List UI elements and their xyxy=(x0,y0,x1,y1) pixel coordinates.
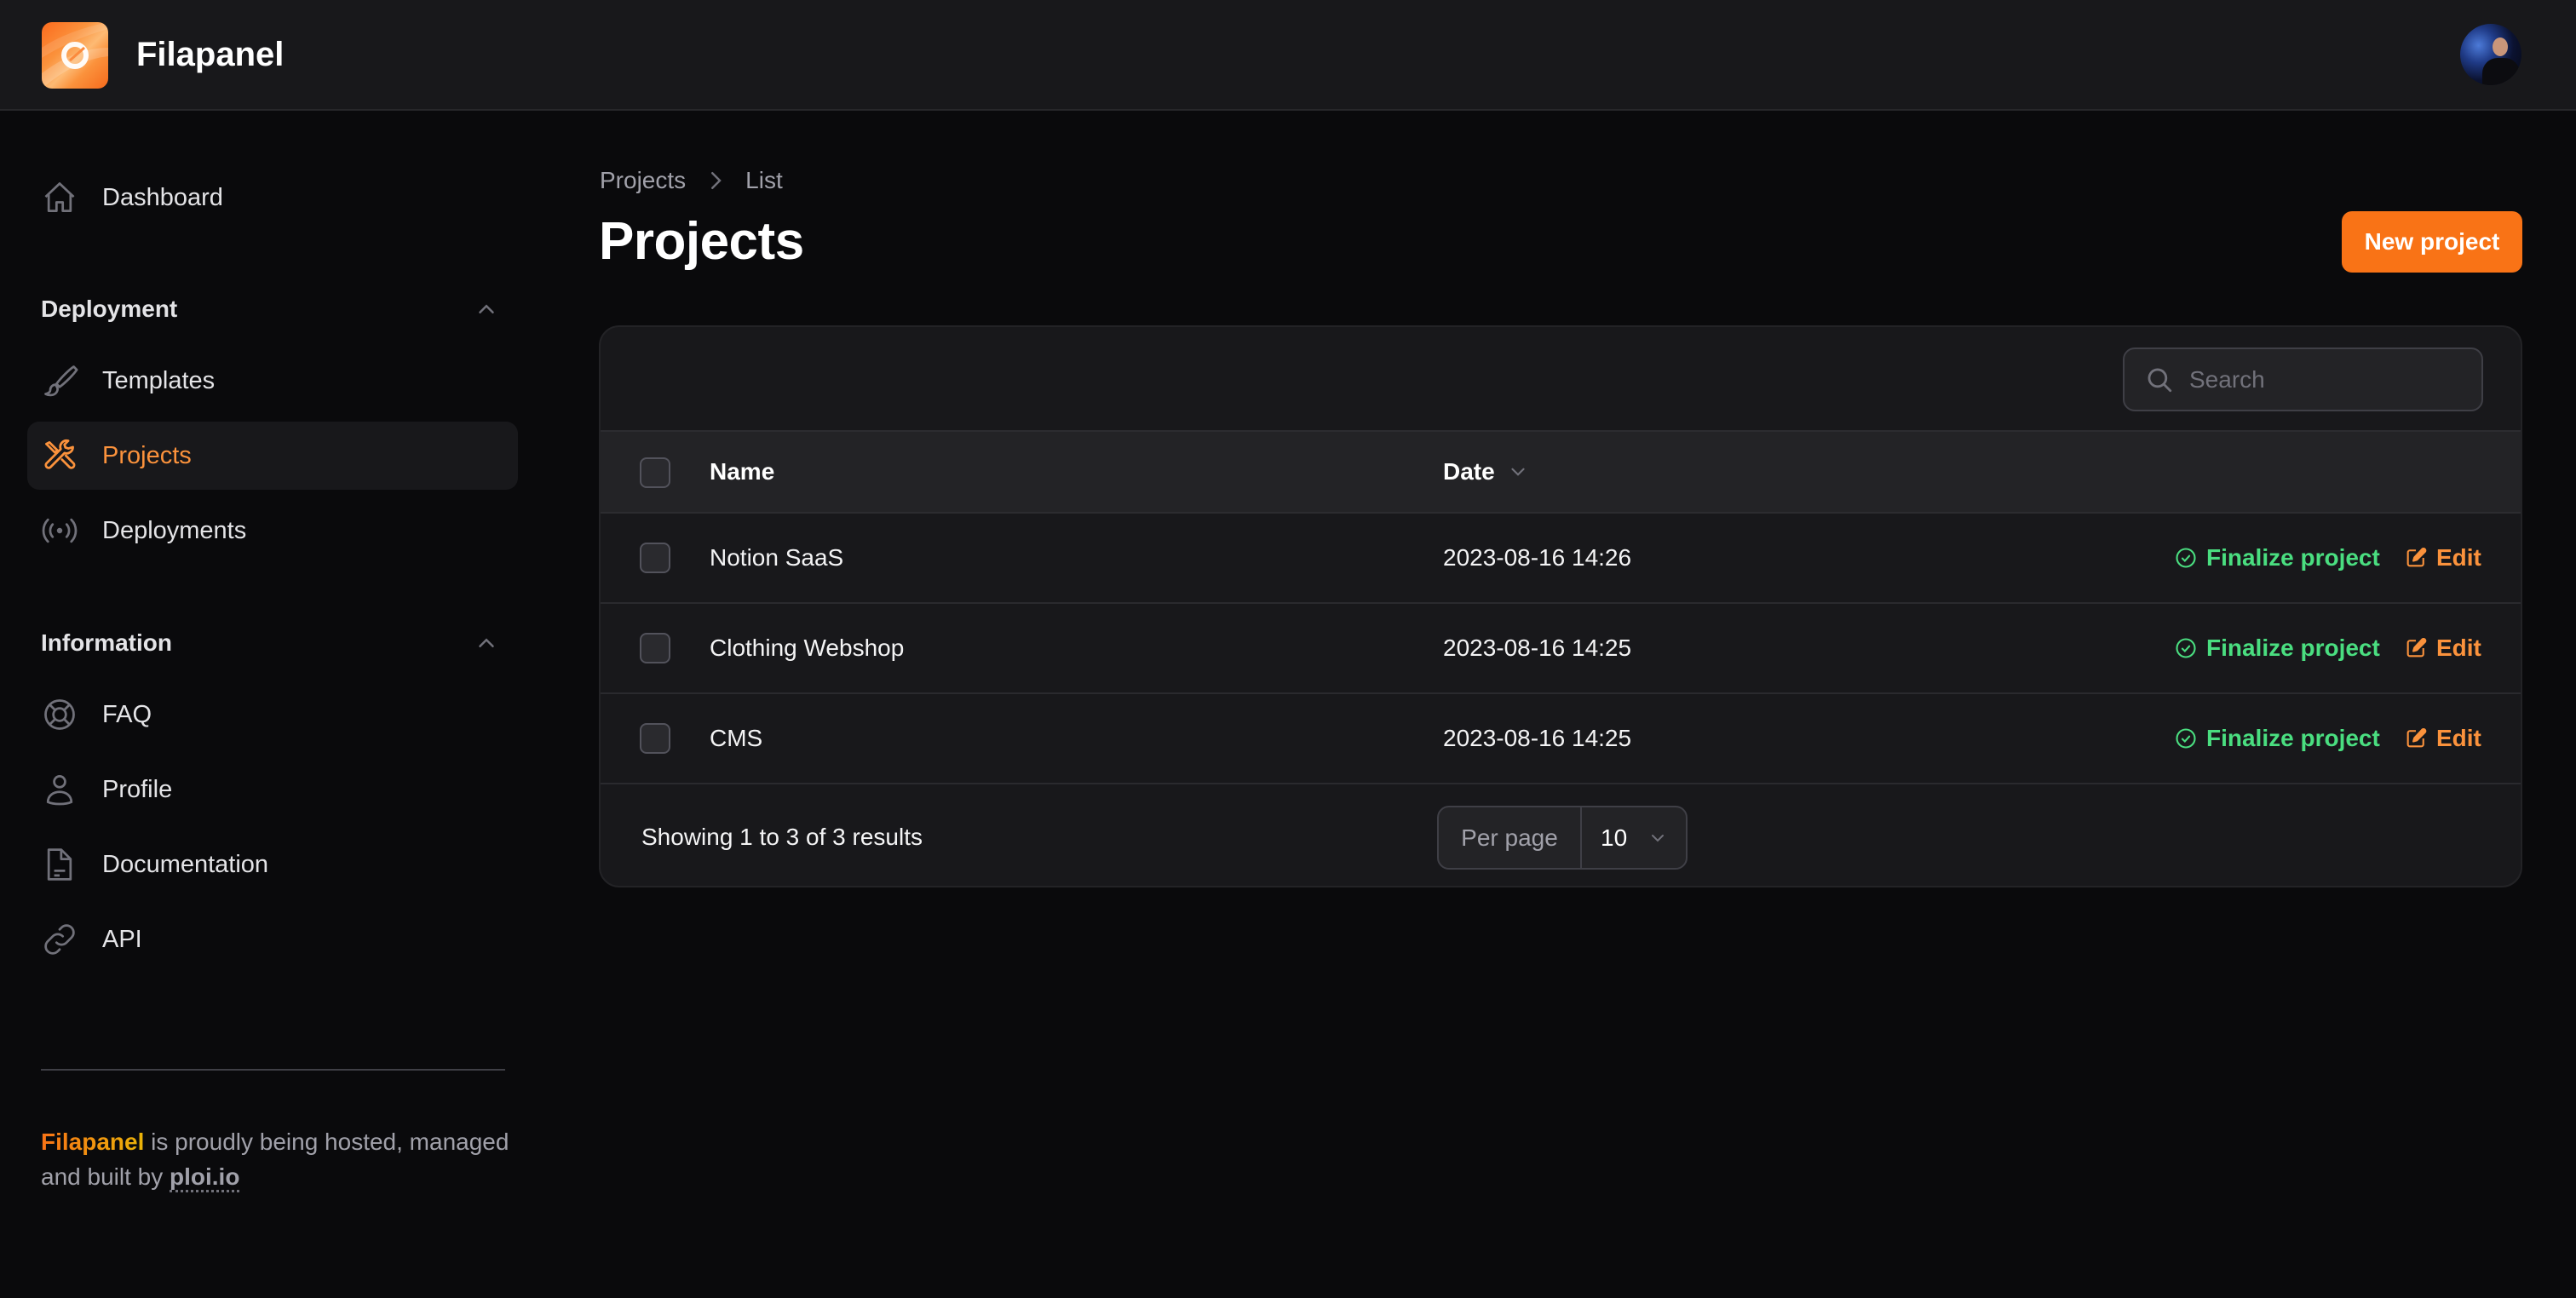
ploi-link[interactable]: ploi.io xyxy=(170,1163,240,1192)
per-page-value: 10 xyxy=(1601,824,1628,851)
column-header-name: Name xyxy=(710,458,775,485)
sidebar-item-profile[interactable]: Profile xyxy=(27,755,518,824)
top-bar: Filapanel xyxy=(0,0,2576,111)
paintbrush-icon xyxy=(44,365,78,397)
table-footer: Showing 1 to 3 of 3 results Per page 10 xyxy=(601,786,2521,886)
edit-label: Edit xyxy=(2436,635,2481,661)
edit-label: Edit xyxy=(2436,544,2481,571)
avatar-head xyxy=(2493,37,2508,56)
projects-table-card: Name Date Notion SaaS 2023-08-16 14:26 F… xyxy=(599,325,2522,887)
check-circle-icon xyxy=(2176,728,2196,749)
edit-icon xyxy=(2406,638,2427,658)
sidebar-item-label: Templates xyxy=(102,367,216,394)
user-icon xyxy=(46,775,73,806)
finalize-project-button[interactable]: Finalize project xyxy=(2174,721,2380,755)
sidebar-item-documentation[interactable]: Documentation xyxy=(27,830,518,899)
sidebar-item-label: Projects xyxy=(102,442,192,469)
footer-brand: Filapanel xyxy=(41,1129,145,1155)
table-row: Notion SaaS 2023-08-16 14:26 Finalize pr… xyxy=(601,514,2521,604)
lifebuoy-icon xyxy=(44,699,75,730)
sidebar: Dashboard Deployment Templates Projects … xyxy=(0,111,545,1298)
per-page-control: Per page 10 xyxy=(1437,806,1688,870)
edit-button[interactable]: Edit xyxy=(2404,631,2481,665)
sidebar-divider xyxy=(41,1069,505,1071)
breadcrumb-projects[interactable]: Projects xyxy=(600,167,686,194)
home-icon xyxy=(44,182,75,212)
edit-button[interactable]: Edit xyxy=(2404,721,2481,755)
column-header-date-label: Date xyxy=(1443,458,1495,485)
results-summary: Showing 1 to 3 of 3 results xyxy=(641,824,923,850)
table-header: Name Date xyxy=(601,430,2521,514)
cell-name: Notion SaaS xyxy=(710,544,844,571)
user-avatar[interactable] xyxy=(2460,24,2521,85)
chevron-down-icon xyxy=(1652,834,1665,841)
search-icon xyxy=(2148,368,2172,393)
sidebar-item-faq[interactable]: FAQ xyxy=(27,681,518,749)
row-checkbox[interactable] xyxy=(640,543,670,573)
check-circle-icon xyxy=(2176,548,2196,568)
finalize-label: Finalize project xyxy=(2206,725,2380,751)
sidebar-item-label: Documentation xyxy=(102,851,269,878)
sort-chevron-down-icon[interactable] xyxy=(1507,461,1529,483)
column-header-date[interactable]: Date xyxy=(1443,455,1529,489)
sidebar-item-label: Profile xyxy=(102,776,173,803)
cell-date: 2023-08-16 14:25 xyxy=(1443,635,1632,661)
cell-date: 2023-08-16 14:25 xyxy=(1443,725,1632,751)
edit-label: Edit xyxy=(2436,725,2481,751)
edit-icon xyxy=(2406,728,2427,748)
sidebar-group-information[interactable]: Information xyxy=(41,626,172,660)
signal-icon xyxy=(42,518,78,543)
sidebar-item-label: Dashboard xyxy=(102,184,223,211)
sidebar-item-label: FAQ xyxy=(102,701,152,728)
wrench-screwdriver-icon xyxy=(44,439,76,469)
avatar-body xyxy=(2482,58,2520,85)
table-row: Clothing Webshop 2023-08-16 14:25 Finali… xyxy=(601,604,2521,694)
per-page-select[interactable]: 10 xyxy=(1582,807,1686,868)
select-all-checkbox[interactable] xyxy=(640,457,670,488)
link-icon xyxy=(44,924,75,955)
edit-icon xyxy=(2406,548,2427,567)
finalize-project-button[interactable]: Finalize project xyxy=(2174,541,2380,575)
new-project-button[interactable]: New project xyxy=(2342,211,2522,273)
finalize-label: Finalize project xyxy=(2206,635,2380,661)
page-title: Projects xyxy=(599,212,804,271)
edit-button[interactable]: Edit xyxy=(2404,541,2481,575)
row-checkbox[interactable] xyxy=(640,633,670,663)
logo-icon xyxy=(42,22,108,89)
chevron-up-icon[interactable] xyxy=(474,630,499,656)
check-circle-icon xyxy=(2176,638,2196,658)
per-page-label: Per page xyxy=(1439,807,1582,868)
sidebar-footer: Filapanel is proudly being hosted, manag… xyxy=(41,1124,518,1194)
breadcrumb-list[interactable]: List xyxy=(745,167,783,194)
table-row: CMS 2023-08-16 14:25 Finalize project Ed… xyxy=(601,694,2521,784)
cell-name: Clothing Webshop xyxy=(710,635,905,661)
sidebar-item-templates[interactable]: Templates xyxy=(27,347,518,415)
search-input[interactable] xyxy=(2189,349,2470,410)
finalize-label: Finalize project xyxy=(2206,544,2380,571)
row-checkbox[interactable] xyxy=(640,723,670,754)
sidebar-item-dashboard[interactable]: Dashboard xyxy=(27,164,518,232)
breadcrumb: Projects List xyxy=(600,164,783,198)
document-icon xyxy=(47,848,72,881)
finalize-project-button[interactable]: Finalize project xyxy=(2174,631,2380,665)
cell-name: CMS xyxy=(710,725,763,751)
sidebar-item-deployments[interactable]: Deployments xyxy=(27,497,518,565)
brand-logo[interactable] xyxy=(42,22,108,89)
sidebar-item-label: Deployments xyxy=(102,517,247,544)
brand-name: Filapanel xyxy=(136,36,285,73)
chevron-up-icon[interactable] xyxy=(474,296,499,322)
search-field[interactable] xyxy=(2123,347,2483,411)
sidebar-item-api[interactable]: API xyxy=(27,905,518,974)
sidebar-item-projects[interactable]: Projects xyxy=(27,422,518,490)
cell-date: 2023-08-16 14:26 xyxy=(1443,544,1632,571)
chevron-right-icon xyxy=(711,172,722,189)
sidebar-group-deployment[interactable]: Deployment xyxy=(41,292,177,326)
sidebar-item-label: API xyxy=(102,926,142,953)
